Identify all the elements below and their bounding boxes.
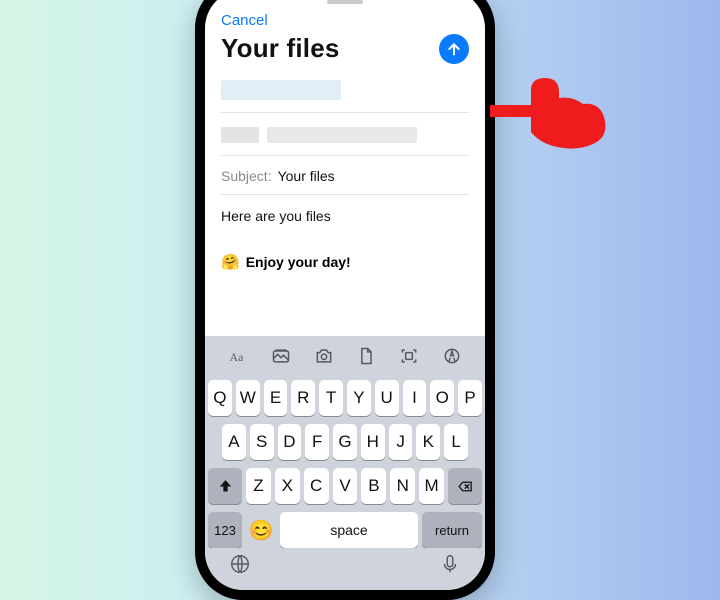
screen: Cancel Your files Subject: Yo — [205, 0, 485, 590]
key-shift[interactable] — [208, 468, 242, 504]
key-k[interactable]: K — [416, 424, 440, 460]
key-h[interactable]: H — [361, 424, 385, 460]
keyboard-accessory-bar: Aa — [205, 336, 485, 376]
key-v[interactable]: V — [333, 468, 358, 504]
subject-field[interactable]: Subject: Your files — [221, 156, 469, 195]
key-r[interactable]: R — [291, 380, 315, 416]
send-button[interactable] — [439, 34, 469, 64]
phone-frame: Cancel Your files Subject: Yo — [195, 0, 495, 600]
globe-icon[interactable] — [229, 553, 251, 580]
key-backspace[interactable] — [448, 468, 482, 504]
key-u[interactable]: U — [375, 380, 399, 416]
key-space[interactable]: space — [280, 512, 418, 548]
from-field[interactable] — [221, 127, 469, 143]
key-x[interactable]: X — [275, 468, 300, 504]
mic-icon[interactable] — [439, 553, 461, 580]
key-g[interactable]: G — [333, 424, 357, 460]
key-m[interactable]: M — [419, 468, 444, 504]
keyboard-row-4: 123 😊 space return — [208, 512, 482, 548]
text-format-icon[interactable]: Aa — [227, 345, 249, 367]
svg-text:Aa: Aa — [230, 351, 244, 364]
key-a[interactable]: A — [222, 424, 246, 460]
arrow-up-icon — [446, 41, 462, 57]
markup-icon[interactable] — [441, 345, 463, 367]
keyboard-row-1: Q W E R T Y U I O P — [208, 380, 482, 416]
to-redacted — [221, 80, 341, 100]
camera-icon[interactable] — [313, 345, 335, 367]
compose-title: Your files — [221, 33, 340, 64]
backspace-icon — [457, 478, 474, 495]
key-s[interactable]: S — [250, 424, 274, 460]
key-p[interactable]: P — [458, 380, 482, 416]
key-t[interactable]: T — [319, 380, 343, 416]
compose-area[interactable]: Subject: Your files Here are you files 🤗… — [205, 74, 485, 336]
scan-icon[interactable] — [398, 345, 420, 367]
key-j[interactable]: J — [389, 424, 413, 460]
body-text[interactable]: Here are you files — [221, 195, 469, 239]
key-l[interactable]: L — [444, 424, 468, 460]
shift-icon — [217, 478, 234, 495]
to-field[interactable] — [221, 80, 469, 100]
cancel-button[interactable]: Cancel — [221, 12, 268, 29]
signature-emoji: 🤗 — [221, 253, 240, 271]
key-b[interactable]: B — [361, 468, 386, 504]
key-f[interactable]: F — [305, 424, 329, 460]
key-123[interactable]: 123 — [208, 512, 242, 548]
key-c[interactable]: C — [304, 468, 329, 504]
keyboard-row-2: A S D F G H J K L — [208, 424, 482, 460]
key-z[interactable]: Z — [246, 468, 271, 504]
key-y[interactable]: Y — [347, 380, 371, 416]
key-d[interactable]: D — [278, 424, 302, 460]
signature-text: Enjoy your day! — [246, 254, 351, 270]
document-icon[interactable] — [355, 345, 377, 367]
key-return[interactable]: return — [422, 512, 482, 548]
keyboard-row-3: Z X C V B N M — [208, 468, 482, 504]
signature-line[interactable]: 🤗 Enjoy your day! — [221, 253, 469, 271]
key-emoji[interactable]: 😊 — [246, 512, 276, 548]
subject-label: Subject: — [221, 168, 272, 184]
key-q[interactable]: Q — [208, 380, 232, 416]
from-redacted-b — [267, 127, 417, 143]
photos-icon[interactable] — [270, 345, 292, 367]
key-e[interactable]: E — [264, 380, 288, 416]
keyboard: Q W E R T Y U I O P A S D F G H J K L — [205, 376, 485, 548]
subject-value: Your files — [278, 168, 335, 184]
key-n[interactable]: N — [390, 468, 415, 504]
from-redacted-a — [221, 127, 259, 143]
annotation-pointer-hand — [485, 70, 615, 150]
keyboard-footer — [205, 548, 485, 590]
key-o[interactable]: O — [430, 380, 454, 416]
key-i[interactable]: I — [403, 380, 427, 416]
key-w[interactable]: W — [236, 380, 260, 416]
